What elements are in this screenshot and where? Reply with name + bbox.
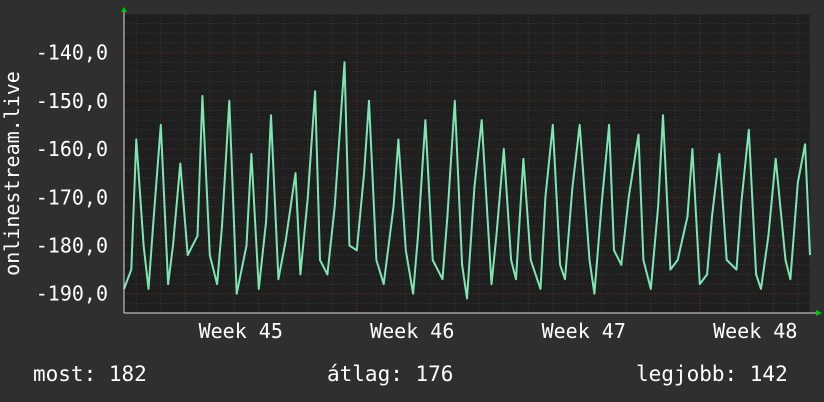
x-tick-label: Week 48 (713, 319, 797, 343)
y-tick-label: -160,0 (36, 137, 108, 161)
y-tick-label: -150,0 (36, 89, 108, 113)
y-axis-label: onlinestream.live (0, 71, 24, 276)
x-axis-arrow (816, 310, 822, 316)
y-axis-arrow (121, 7, 127, 12)
x-tick-label: Week 47 (542, 319, 626, 343)
y-tick-label: -190,0 (36, 282, 108, 306)
stat-average: átlag: 176 (327, 362, 454, 386)
line-chart: -140,0 -150,0 -160,0 -170,0 -180,0 -190,0 Week… (0, 7, 822, 343)
stat-current: most: 182 (33, 362, 147, 386)
x-tick-label: Week 45 (199, 319, 283, 343)
chart-panel: -140,0 -150,0 -160,0 -170,0 -180,0 -190,0 Week… (0, 0, 824, 402)
y-tick-label: -170,0 (36, 185, 108, 209)
x-tick-label: Week 46 (370, 319, 454, 343)
y-tick-label: -180,0 (36, 233, 108, 257)
y-tick-label: -140,0 (36, 41, 108, 65)
stat-best: legjobb: 142 (636, 362, 788, 386)
